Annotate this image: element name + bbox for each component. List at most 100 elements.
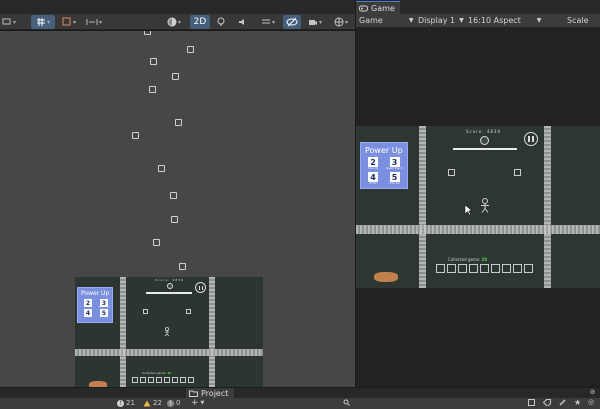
chalk-line-vertical <box>120 277 126 387</box>
pivot-dropdown[interactable]: ▾ <box>58 15 80 29</box>
scene-menu-dropdown[interactable]: ▾ <box>0 15 18 29</box>
console-warning-count[interactable]: 22 <box>143 399 162 407</box>
gem-slot <box>447 264 456 273</box>
visibility-button[interactable]: ◎ <box>588 399 594 406</box>
draw-mode-dropdown[interactable]: ▾ <box>163 15 185 29</box>
scene-view[interactable]: Score: 4830 Power Up 2 Give Life 3 Spawn E… <box>0 31 355 387</box>
display-value: Display 1 <box>418 16 456 25</box>
increment-snap-dropdown[interactable]: ▾ <box>83 15 105 29</box>
info-count: 21 <box>126 399 135 407</box>
2d-mode-toggle[interactable]: 2D <box>190 15 210 29</box>
effects-icon <box>261 19 270 24</box>
favorites-button[interactable]: ★ <box>574 398 582 407</box>
scene-gizmo[interactable] <box>149 86 156 93</box>
gem-slot <box>148 377 154 383</box>
effects-dropdown[interactable]: ▾ <box>257 15 279 29</box>
lighting-toggle[interactable] <box>214 15 228 29</box>
chevron-down-icon: ▼ <box>408 17 414 24</box>
powerup-caption: Give Life <box>367 167 379 170</box>
powerup-item[interactable]: 5 Grow Bar <box>98 309 110 318</box>
game-canvas[interactable]: Score: 4830 Power Up 2 Give Life 3 Spawn E… <box>356 126 600 288</box>
powerup-key: 5 <box>389 172 400 182</box>
camera-icon <box>308 20 317 25</box>
gem-slot <box>458 264 467 273</box>
powerup-caption: Shrink <box>369 182 377 185</box>
scene-gizmo[interactable] <box>171 216 178 223</box>
scene-gizmo[interactable] <box>153 239 160 246</box>
powerup-item[interactable]: 2 Give Life <box>366 157 380 170</box>
grid-snapping-toggle[interactable]: ▾ <box>31 15 55 29</box>
powerup-item[interactable]: 2 Give Life <box>82 299 94 308</box>
tab-game[interactable]: Game <box>356 1 400 14</box>
scene-gizmo[interactable] <box>158 165 165 172</box>
search-button[interactable] <box>343 399 350 406</box>
powerup-caption: Spawn Enemy <box>386 167 403 170</box>
grid-icon <box>36 18 45 26</box>
powerup-caption: Spawn Enemy <box>98 307 110 308</box>
scene-gizmo[interactable] <box>179 263 186 270</box>
powerup-item[interactable]: 4 Shrink <box>82 309 94 318</box>
powerup-item[interactable]: 3 Spawn Enemy <box>98 299 110 308</box>
scene-gizmo[interactable] <box>175 119 182 126</box>
gizmos-dropdown[interactable]: ▾ <box>330 15 352 29</box>
game-view[interactable]: Score: 4830 Power Up 2 Give Life 3 Spawn E… <box>356 28 600 387</box>
gem-slot <box>140 377 146 383</box>
gem <box>448 169 455 176</box>
audio-icon <box>239 19 244 25</box>
camera-dropdown[interactable]: ▾ <box>304 15 326 29</box>
tab-project-label: Project <box>201 389 229 398</box>
gem-slot <box>436 264 445 273</box>
powerup-item[interactable]: 3 Spawn Enemy <box>386 157 403 170</box>
filter-label-button[interactable] <box>543 399 551 406</box>
filter-tag-button[interactable] <box>559 399 567 406</box>
tab-game-label: Game <box>371 3 395 13</box>
scale-slider-label[interactable]: Scale <box>567 16 589 25</box>
gem-slot <box>480 264 489 273</box>
powerup-item[interactable]: 4 Shrink <box>366 172 380 185</box>
console-error-count[interactable]: ! 0 <box>167 399 180 407</box>
collected-value: 20 <box>481 257 488 262</box>
scene-tab-bar <box>0 0 355 14</box>
audio-toggle[interactable] <box>236 15 250 29</box>
tag-icon <box>559 399 566 406</box>
warning-icon <box>143 400 151 406</box>
gem-slots <box>132 377 194 383</box>
warning-count: 22 <box>153 399 162 407</box>
game-toolbar: Game ▼ Display 1 ▼ 16:10 Aspect ▼ Scale <box>356 14 600 28</box>
collected-label: Collected gems: <box>448 257 481 262</box>
gem-slot <box>156 377 162 383</box>
scene-gizmo[interactable] <box>132 132 139 139</box>
console-info-count[interactable]: ! 21 <box>117 399 135 407</box>
gem-slot <box>502 264 511 273</box>
scene-visibility-toggle[interactable] <box>283 15 301 29</box>
add-dropdown[interactable]: + ▼ <box>191 399 204 408</box>
filter-type-button[interactable] <box>528 399 536 406</box>
scene-gizmo[interactable] <box>150 58 157 65</box>
scene-gizmo[interactable] <box>187 46 194 53</box>
gem <box>514 169 521 176</box>
label-icon <box>543 399 551 406</box>
game-mode-value: Game <box>359 16 383 25</box>
scene-gizmo[interactable] <box>170 192 177 199</box>
game-mode-dropdown[interactable]: Game ▼ <box>359 16 413 25</box>
error-icon: ! <box>167 399 174 407</box>
bottom-tab-bar: Project ǝ <box>0 387 600 399</box>
collected-value: 20 <box>167 371 172 375</box>
gem-slot <box>469 264 478 273</box>
gem-slot <box>132 377 138 383</box>
pause-button[interactable] <box>524 132 538 146</box>
powerup-panel: Power Up 2 Give Life 3 Spawn Enemy 4 Shrink… <box>77 287 113 323</box>
scene-gizmo[interactable] <box>172 73 179 80</box>
pause-button[interactable] <box>195 282 206 293</box>
ball <box>167 283 173 289</box>
powerup-item[interactable]: 5 Grow Bar <box>386 172 403 185</box>
star-icon: ★ <box>574 398 582 407</box>
powerup-panel: Power Up 2 Give Life 3 Spawn Enemy 4 Shrink… <box>360 142 408 189</box>
shading-sphere-icon <box>167 17 177 27</box>
lock-icon[interactable]: ǝ <box>590 387 595 396</box>
aspect-dropdown[interactable]: 16:10 Aspect ▼ <box>468 16 541 25</box>
stick-figure-player <box>164 327 170 337</box>
scene-gizmo[interactable] <box>144 31 151 35</box>
gem-slot <box>491 264 500 273</box>
display-dropdown[interactable]: Display 1 ▼ <box>418 16 464 25</box>
